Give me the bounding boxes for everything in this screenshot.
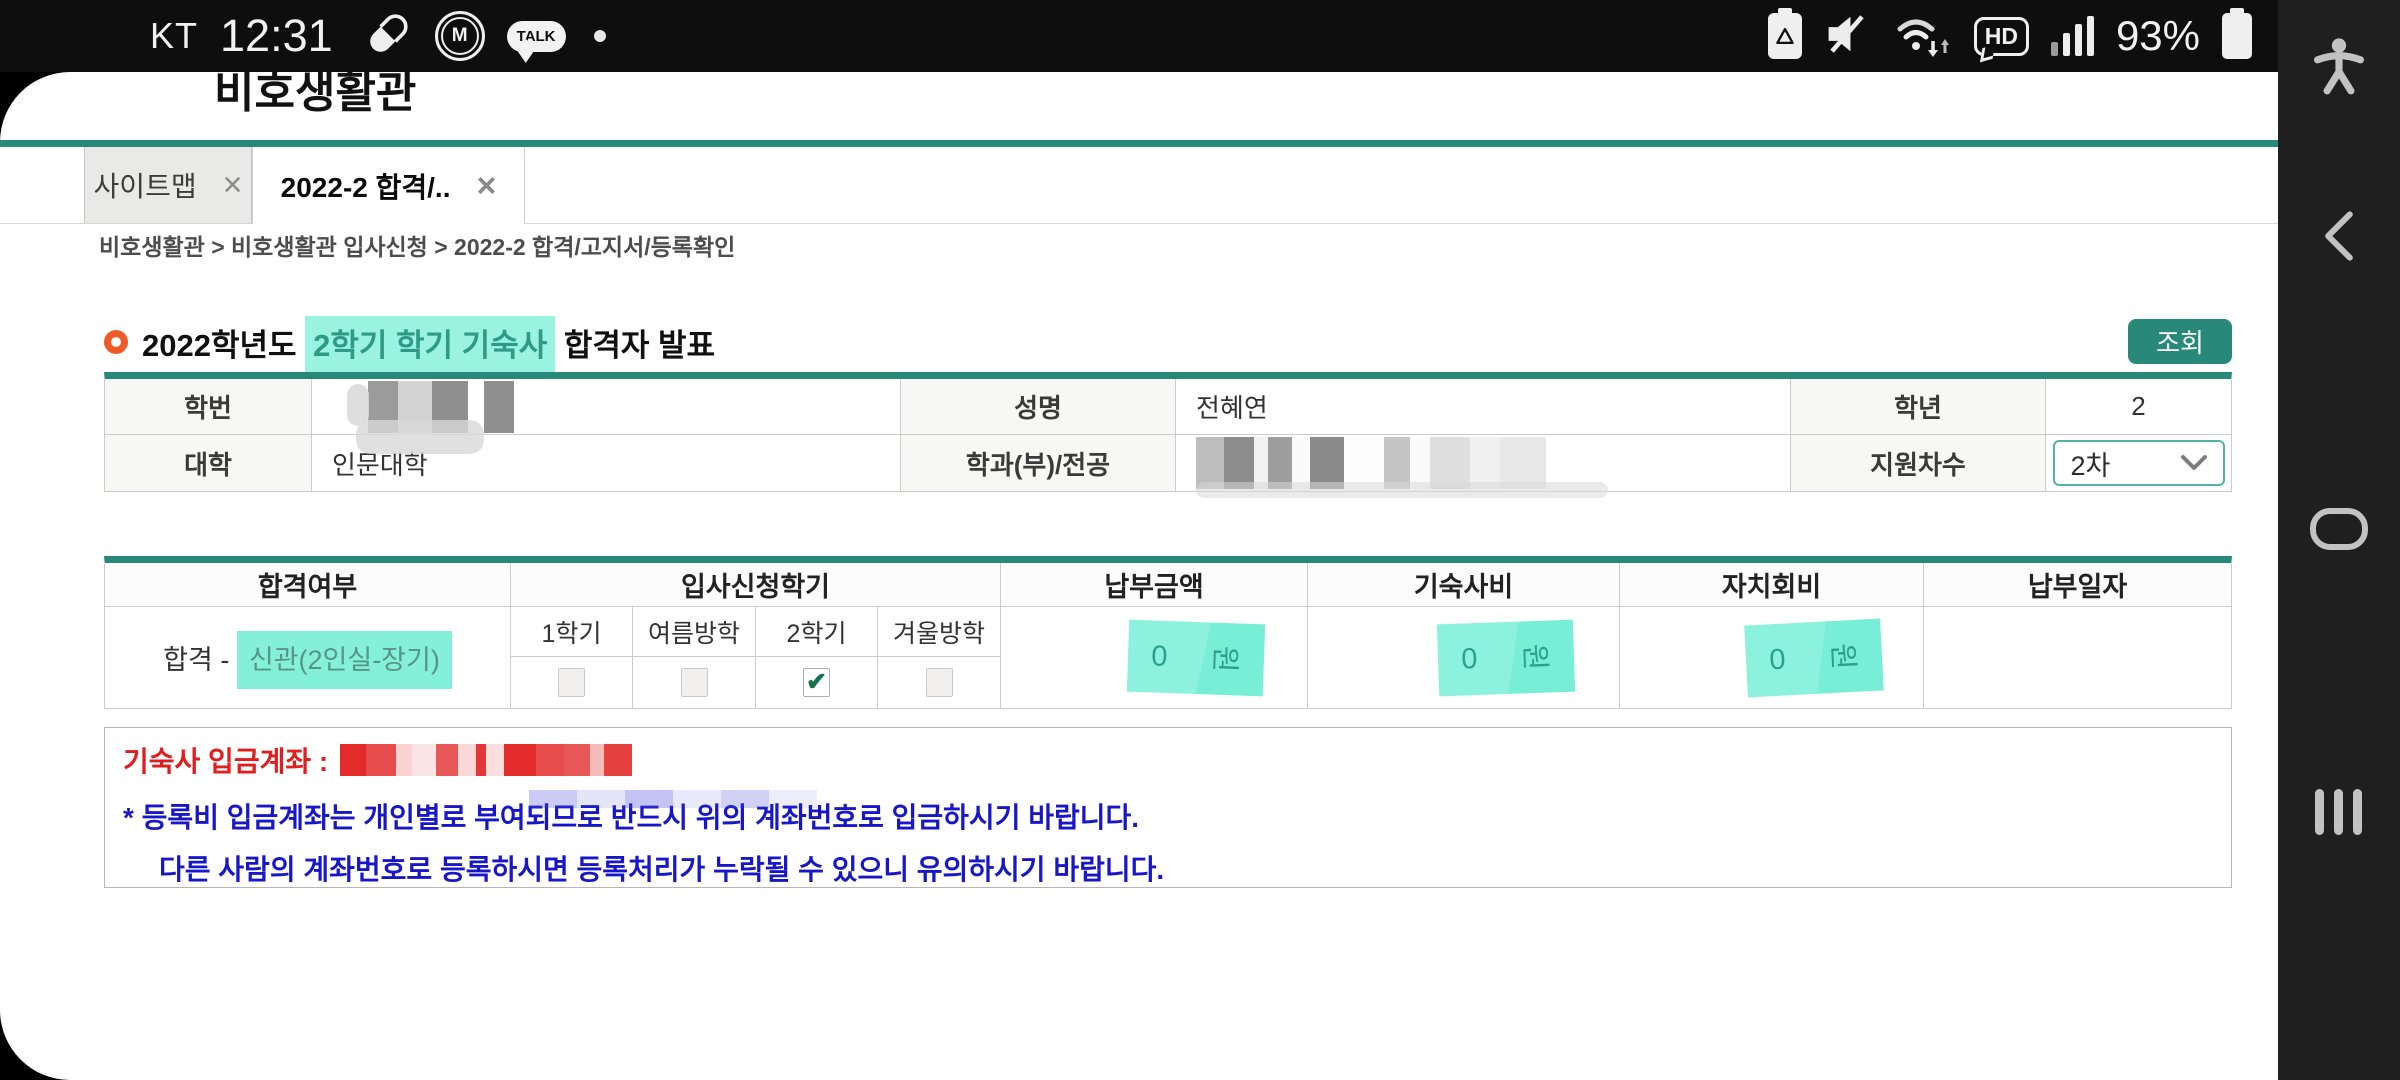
mute-icon (1824, 11, 1870, 62)
highlight-mark: 2학기 학기 기숙사 (305, 316, 555, 375)
tab-bar: 사이트맵 × 2022-2 합격/.. × (0, 140, 2278, 224)
search-button[interactable]: 조회 (2128, 319, 2232, 364)
hd-voice-icon: HD (1974, 17, 2029, 56)
checkbox-semester-4[interactable] (926, 668, 953, 697)
tab-2022-2-result[interactable]: 2022-2 합격/.. × (252, 147, 525, 224)
redacted-account-number (340, 744, 632, 776)
battery-saver-icon (1768, 13, 1802, 59)
checkbox-semester-3-checked[interactable]: ✔ (803, 668, 830, 697)
battery-icon (2222, 13, 2252, 59)
close-icon[interactable]: × (223, 168, 243, 202)
carrier-label: KT (150, 15, 198, 57)
wifi-icon (1892, 9, 1952, 64)
status-bar: KT 12:31 M TALK (0, 0, 2278, 72)
close-icon[interactable]: × (476, 169, 496, 203)
header-council-fee: 자치회비 (1620, 563, 1924, 607)
semester-label-4: 겨울방학 (878, 607, 1000, 657)
account-line: 기숙사 입금계좌 : (123, 740, 2231, 780)
gray-smudge-artifact (1196, 482, 1608, 498)
value-grade: 2 (2046, 379, 2231, 435)
label-grade: 학년 (1791, 379, 2046, 435)
semester-cell: 1학기 여름방학 2학기 겨울방학 ✔ (511, 607, 1001, 708)
home-icon[interactable] (2308, 504, 2370, 559)
recents-icon[interactable] (2312, 786, 2366, 843)
notice-box: 기숙사 입금계좌 : * 등록비 입금계좌는 개인별로 부여되므로 반드시 위의… (104, 727, 2232, 888)
android-nav-bar (2278, 0, 2400, 1080)
battery-percent-label: 93% (2116, 12, 2200, 60)
breadcrumb[interactable]: 비호생활관 > 비호생활관 입사신청 > 2022-2 합격/고지서/등록확인 (99, 228, 735, 262)
back-icon[interactable] (2317, 210, 2361, 267)
highlight-amount: 0원 (1744, 618, 1884, 697)
phone-screen: KT 12:31 M TALK (0, 0, 2400, 1080)
label-department: 학과(부)/전공 (901, 435, 1176, 491)
highlight-mark: 신관(2인실-장기) (237, 631, 452, 689)
signal-strength-icon (2051, 16, 2094, 56)
page-title: 2022학년도 2학기 학기 기숙사 합격자 발표 (142, 320, 715, 365)
result-table-header: 합격여부 입사신청학기 납부금액 기숙사비 자치회비 납부일자 (105, 563, 2231, 607)
header-acceptance: 합격여부 (105, 563, 511, 607)
label-student-id: 학번 (105, 379, 312, 435)
value-name: 전혜연 (1176, 379, 1791, 435)
checkbox-semester-1[interactable] (558, 668, 585, 697)
semester-label-2: 여름방학 (633, 607, 756, 657)
payment-amount-cell: 0원 (1001, 607, 1308, 708)
header-dorm-fee: 기숙사비 (1308, 563, 1620, 607)
result-table-row: 합격 - 신관(2인실-장기) 1학기 여름방학 2학기 겨울방학 ✔ (105, 607, 2231, 708)
tab-sitemap[interactable]: 사이트맵 × (84, 147, 252, 223)
notification-dot-icon (594, 30, 606, 42)
title-row: 2022학년도 2학기 학기 기숙사 합격자 발표 (104, 312, 2232, 372)
dorm-fee-cell: 0원 (1308, 607, 1620, 708)
accessibility-icon[interactable] (2310, 36, 2368, 103)
acceptance-result-table: 합격여부 입사신청학기 납부금액 기숙사비 자치회비 납부일자 합격 - 신관(… (104, 556, 2232, 709)
browser-window: 비호생활관 사이트맵 × 2022-2 합격/.. × 비호생활관 > 비호생활… (0, 72, 2278, 1080)
title-bullet-icon (104, 330, 128, 354)
clock: 12:31 (220, 10, 333, 62)
label-application-round: 지원차수 (1791, 435, 2046, 491)
payment-date-cell (1924, 607, 2231, 708)
notice-line-2: 다른 사람의 계좌번호로 등록하시면 등록처리가 누락될 수 있으니 유의하시기… (123, 848, 2231, 888)
header-payment-amount: 납부금액 (1001, 563, 1308, 607)
tab-label: 사이트맵 (94, 165, 197, 205)
label-name: 성명 (901, 379, 1176, 435)
semester-label-1: 1학기 (511, 607, 633, 657)
semester-label-3: 2학기 (756, 607, 878, 657)
label-college: 대학 (105, 435, 312, 491)
clipped-site-title: 비호생활관 (214, 72, 416, 118)
gray-smudge-artifact (356, 420, 484, 454)
acceptance-cell: 합격 - 신관(2인실-장기) (105, 607, 511, 708)
tab-label: 2022-2 합격/.. (281, 166, 451, 206)
blue-smudge-artifact (529, 790, 817, 808)
chevron-down-icon (2181, 455, 2207, 471)
notice-line-1: * 등록비 입금계좌는 개인별로 부여되므로 반드시 위의 계좌번호로 입금하시… (123, 796, 2231, 836)
highlight-amount: 0원 (1436, 619, 1574, 696)
highlight-amount: 0원 (1127, 619, 1265, 696)
header-payment-date: 납부일자 (1924, 563, 2231, 607)
header-semester: 입사신청학기 (511, 563, 1001, 607)
application-round-select[interactable]: 2차 (2053, 440, 2225, 486)
checkbox-semester-2[interactable] (681, 668, 708, 697)
kakaotalk-notification-icon: TALK (507, 21, 566, 52)
pill-notification-icon (363, 9, 413, 64)
council-fee-cell: 0원 (1620, 607, 1924, 708)
value-application-round: 2차 (2046, 435, 2231, 491)
m-app-notification-icon: M (435, 11, 485, 61)
